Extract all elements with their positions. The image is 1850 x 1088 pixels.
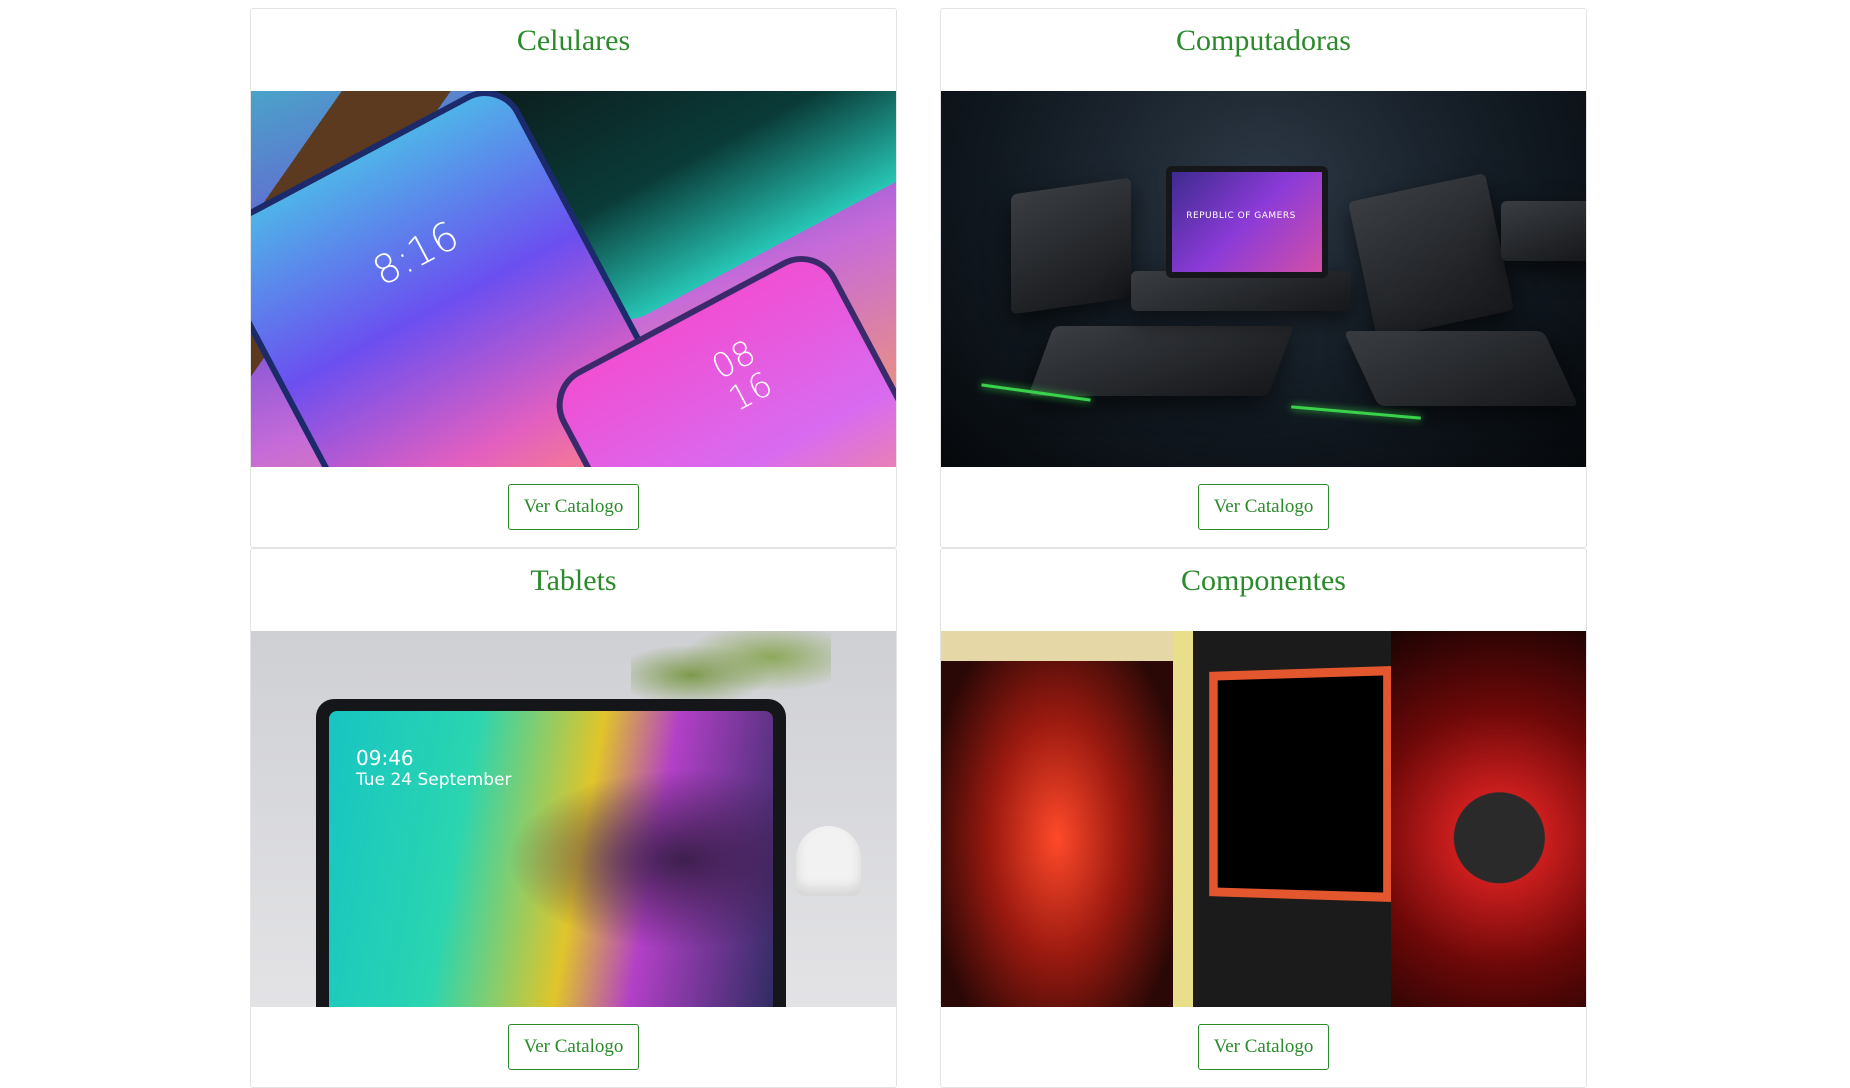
card-image-phones: 8:16 08 16 <box>251 91 896 467</box>
laptop-shape <box>1501 201 1586 261</box>
card-image-laptops: REPUBLIC OF GAMERS <box>941 91 1586 467</box>
green-light-strip <box>1291 405 1421 420</box>
card-title: Componentes <box>1181 564 1346 597</box>
card-image-tablet: 09:46 Tue 24 September <box>251 631 896 1007</box>
category-card-computadoras: Computadoras REPUBLIC OF GAMERS Ver Cata… <box>940 8 1587 548</box>
card-footer: Ver Catalogo <box>251 1007 896 1087</box>
category-card-componentes: Componentes Ver Catalogo <box>940 548 1587 1088</box>
tablet-time-text: 09:46 Tue 24 September <box>356 746 511 790</box>
category-grid: Celulares 8:16 08 16 Ver Catalogo Comput… <box>250 8 1587 1088</box>
card-footer: Ver Catalogo <box>941 1007 1586 1087</box>
ver-catalogo-button[interactable]: Ver Catalogo <box>1197 1024 1330 1070</box>
monitor-shape <box>1209 665 1393 903</box>
laptop-shape <box>1343 331 1579 406</box>
card-footer: Ver Catalogo <box>251 467 896 547</box>
pc-fan-image <box>1391 631 1586 1007</box>
laptop-shape <box>1028 326 1294 396</box>
pc-case-image <box>941 631 1173 1007</box>
ver-catalogo-button[interactable]: Ver Catalogo <box>507 1024 640 1070</box>
laptop-shape <box>1011 177 1131 315</box>
ver-catalogo-button[interactable]: Ver Catalogo <box>1197 484 1330 530</box>
ver-catalogo-button[interactable]: Ver Catalogo <box>507 484 640 530</box>
tablet-date: Tue 24 September <box>356 770 512 790</box>
card-title: Computadoras <box>1176 24 1351 57</box>
category-card-celulares: Celulares 8:16 08 16 Ver Catalogo <box>250 8 897 548</box>
card-title: Tablets <box>530 564 617 597</box>
laptop-brand-text: REPUBLIC OF GAMERS <box>1186 211 1296 221</box>
card-footer: Ver Catalogo <box>941 467 1586 547</box>
android-figure <box>796 826 861 896</box>
tablet-clock: 09:46 <box>356 746 414 770</box>
card-title: Celulares <box>516 24 631 57</box>
laptop-screen <box>1166 166 1328 278</box>
laptop-shape <box>1347 172 1515 340</box>
category-card-tablets: Tablets 09:46 Tue 24 September Ver Catal… <box>250 548 897 1088</box>
card-image-components <box>941 631 1586 1007</box>
